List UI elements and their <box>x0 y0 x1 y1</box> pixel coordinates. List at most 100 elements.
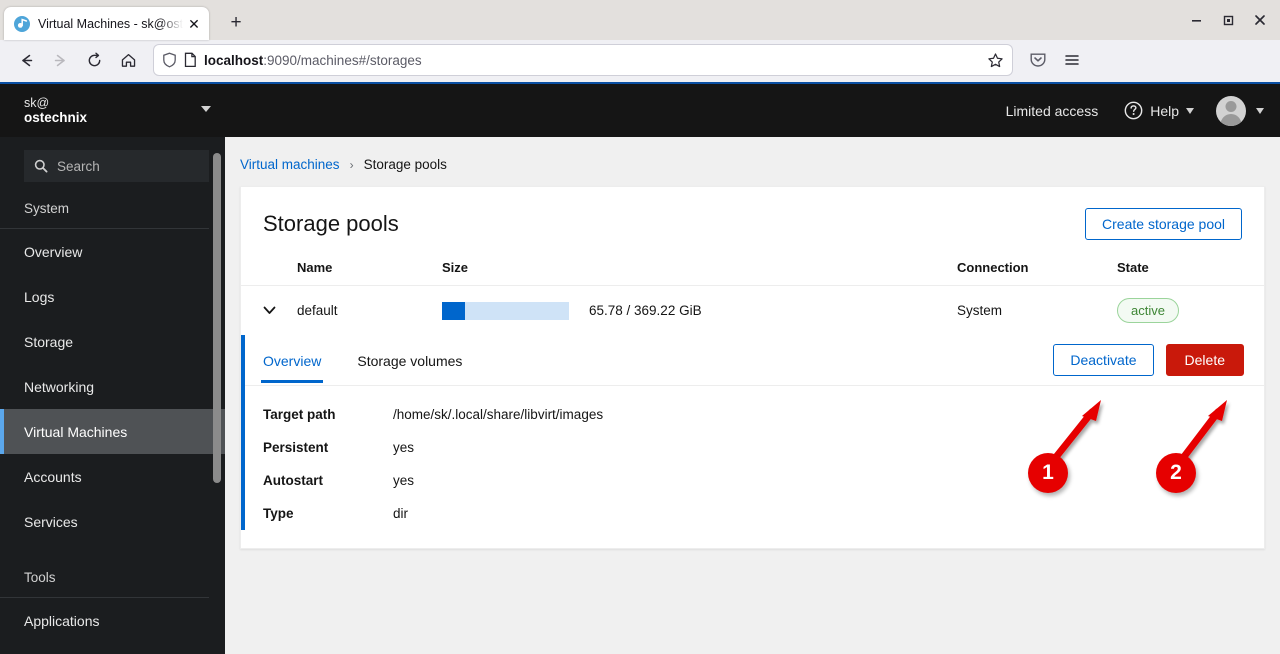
url-text: localhost:9090/machines#/storages <box>204 53 422 68</box>
forward-arrow-icon <box>44 44 76 76</box>
chevron-down-icon[interactable] <box>263 303 276 318</box>
hamburger-menu-icon[interactable] <box>1056 44 1088 76</box>
annotation-badge-1: 1 <box>1028 453 1068 493</box>
content-area: Limited access Help Virtual machines › S… <box>225 84 1280 654</box>
pocket-icon[interactable] <box>1022 44 1054 76</box>
pool-connection: System <box>957 303 1003 318</box>
back-arrow-icon[interactable] <box>10 44 42 76</box>
sidebar-item-services[interactable]: Services <box>0 499 225 544</box>
detail-row: Target path /home/sk/.local/share/libvir… <box>263 398 603 431</box>
app-header: Limited access Help <box>225 84 1280 137</box>
sidebar-scrollbar-thumb[interactable] <box>213 153 221 483</box>
deactivate-button[interactable]: Deactivate <box>1053 344 1154 376</box>
pool-name: default <box>297 303 338 318</box>
sidebar-search-wrap: Search <box>0 137 225 197</box>
cockpit-icon <box>14 15 30 32</box>
detail-key: Target path <box>263 407 336 422</box>
sidebar-item-label: Overview <box>24 243 83 260</box>
sidebar-scroll-area: Search System Overview Logs Storage Netw… <box>0 137 225 654</box>
sidebar-item-label: Services <box>24 513 78 530</box>
url-path: :9090/machines#/storages <box>263 52 422 68</box>
table-header-name: Name <box>297 260 333 275</box>
minimize-icon[interactable] <box>1182 8 1210 32</box>
card-header: Storage pools Create storage pool <box>241 187 1264 254</box>
delete-button[interactable]: Delete <box>1165 344 1244 376</box>
table-header-toggle <box>241 254 297 286</box>
chevron-down-icon[interactable] <box>201 106 211 112</box>
create-storage-pool-button[interactable]: Create storage pool <box>1085 208 1242 240</box>
breadcrumb-link-virtual-machines[interactable]: Virtual machines <box>240 157 340 172</box>
limited-access-label: Limited access <box>1005 102 1099 119</box>
host-switcher[interactable]: sk@ ostechnix <box>0 84 225 137</box>
row-expand-toggle[interactable] <box>241 286 297 336</box>
table-header-connection: Connection <box>957 260 1029 275</box>
status-badge: active <box>1117 298 1179 323</box>
cockpit-app: sk@ ostechnix Search System Overview Log… <box>0 84 1280 654</box>
browser-nav-bar: localhost:9090/machines#/storages <box>0 40 1280 82</box>
pool-size-text: 65.78 / 369.22 GiB <box>589 303 702 318</box>
sidebar-item-label: Accounts <box>24 468 82 485</box>
pool-usage-progress <box>442 301 569 320</box>
storage-pools-table: Name Size Connection State default 65.78… <box>241 254 1264 335</box>
maximize-icon[interactable] <box>1214 8 1242 32</box>
detail-key: Persistent <box>263 440 329 455</box>
tab-storage-volumes[interactable]: Storage volumes <box>339 339 480 382</box>
reload-icon[interactable] <box>78 44 110 76</box>
sidebar-item-storage[interactable]: Storage <box>0 319 225 364</box>
url-bar[interactable]: localhost:9090/machines#/storages <box>154 45 1012 75</box>
table-row[interactable]: default 65.78 / 369.22 GiB System active <box>241 286 1264 336</box>
page-icon <box>184 52 197 68</box>
pool-state-cell: active <box>1117 286 1264 336</box>
help-menu-button[interactable]: Help <box>1124 101 1194 120</box>
sidebar-item-applications[interactable]: Applications <box>0 598 225 643</box>
bookmark-star-icon[interactable] <box>987 52 1004 69</box>
host-machine: ostechnix <box>24 109 88 125</box>
tab-label: Overview <box>263 352 322 369</box>
tab-overview[interactable]: Overview <box>245 339 339 383</box>
pool-size-cell: 65.78 / 369.22 GiB <box>442 286 957 336</box>
sidebar-item-logs[interactable]: Logs <box>0 274 225 319</box>
breadcrumb-current: Storage pools <box>363 157 447 172</box>
annotation-badge-2: 2 <box>1156 453 1196 493</box>
table-header: Name Size Connection State <box>241 254 1264 286</box>
breadcrumb: Virtual machines › Storage pools <box>225 137 1280 186</box>
detail-actions: Deactivate Delete <box>1053 335 1244 385</box>
sidebar-item-virtual-machines[interactable]: Virtual Machines <box>0 409 225 454</box>
tab-label: Storage volumes <box>357 352 463 369</box>
help-circle-icon <box>1124 101 1143 120</box>
sidebar-item-label: Applications <box>24 612 100 629</box>
sidebar-group-system-label: System <box>24 201 70 216</box>
host-user: sk@ <box>24 95 50 110</box>
sidebar-item-accounts[interactable]: Accounts <box>0 454 225 499</box>
sidebar-item-label: Virtual Machines <box>24 423 128 440</box>
table-body: default 65.78 / 369.22 GiB System active <box>241 286 1264 336</box>
browser-tab-title: Virtual Machines - sk@ost <box>38 16 183 31</box>
home-icon[interactable] <box>112 44 144 76</box>
sidebar: sk@ ostechnix Search System Overview Log… <box>0 84 225 654</box>
detail-value: dir <box>393 506 409 521</box>
close-icon[interactable] <box>1246 8 1274 32</box>
sidebar-item-overview[interactable]: Overview <box>0 229 225 274</box>
detail-key: Type <box>263 506 294 521</box>
storage-pools-card: Storage pools Create storage pool Name S… <box>240 186 1265 549</box>
detail-value: /home/sk/.local/share/libvirt/images <box>393 407 604 422</box>
chevron-down-icon <box>1256 107 1264 114</box>
account-menu-button[interactable] <box>1216 95 1264 126</box>
detail-key: Autostart <box>263 473 323 488</box>
browser-tab[interactable]: Virtual Machines - sk@ost ✕ <box>4 7 209 40</box>
detail-tabs: Overview Storage volumes <box>245 339 480 383</box>
pool-usage-fill <box>442 301 465 320</box>
sidebar-item-networking[interactable]: Networking <box>0 364 225 409</box>
close-icon[interactable]: ✕ <box>185 15 203 33</box>
help-label: Help <box>1150 102 1179 119</box>
avatar <box>1216 95 1246 126</box>
search-input[interactable]: Search <box>24 150 209 182</box>
new-tab-button[interactable]: + <box>221 8 251 38</box>
chevron-right-icon: › <box>349 157 354 172</box>
detail-tab-bar: Overview Storage volumes Deactivate Dele… <box>245 335 1264 386</box>
detail-row: Persistent yes <box>263 431 603 464</box>
detail-row: Autostart yes <box>263 464 603 497</box>
search-placeholder: Search <box>57 158 100 174</box>
tracking-shield-icon[interactable] <box>162 52 177 68</box>
